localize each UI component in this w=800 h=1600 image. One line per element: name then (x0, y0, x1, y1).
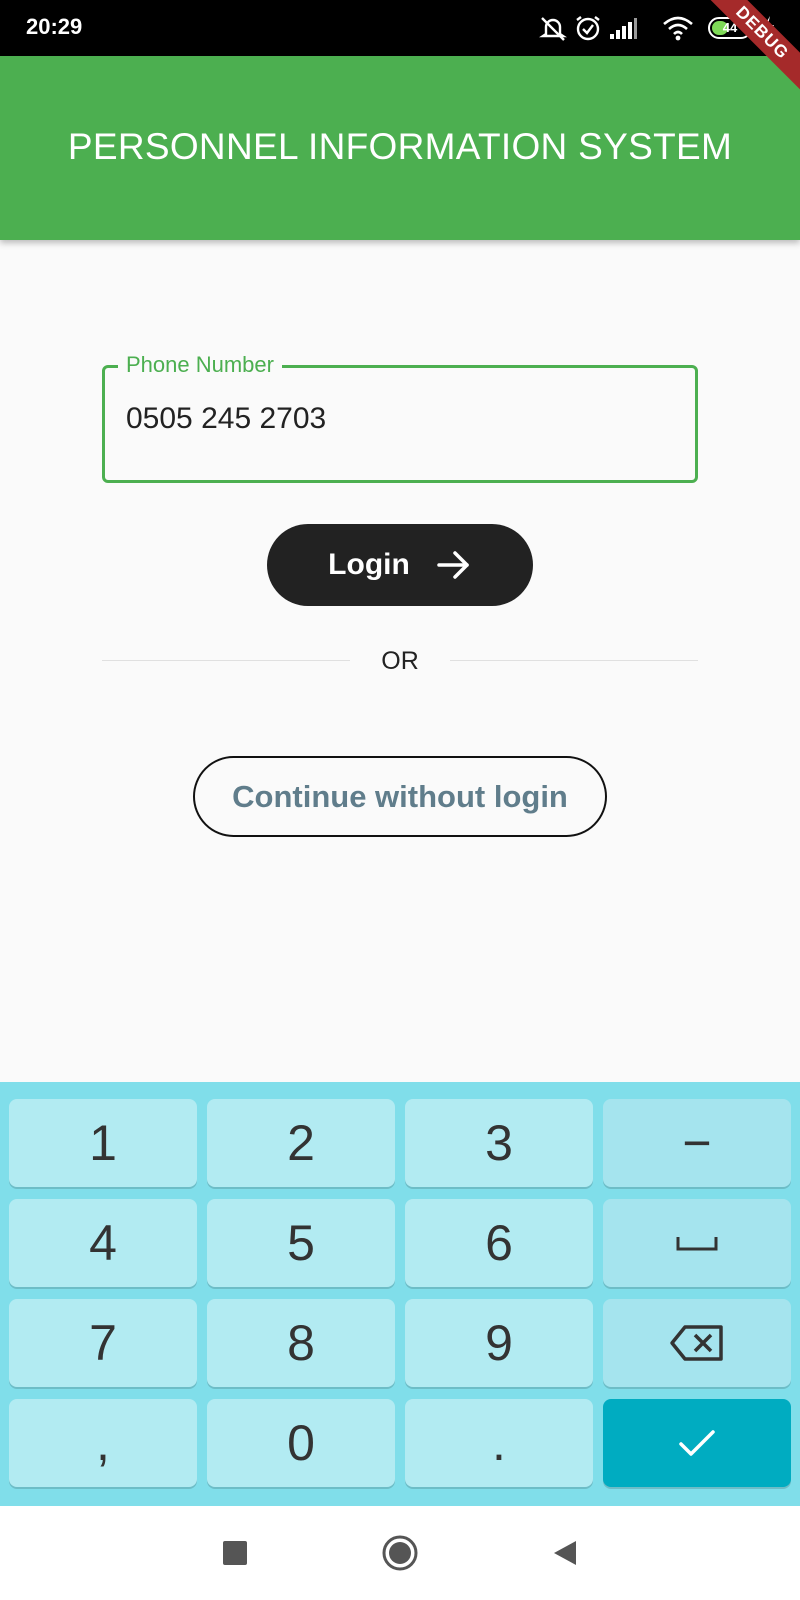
backspace-key[interactable] (603, 1299, 791, 1387)
key-4[interactable]: 4 (9, 1199, 197, 1287)
key-minus[interactable]: − (603, 1099, 791, 1187)
key-0[interactable]: 0 (207, 1399, 395, 1487)
done-key[interactable] (603, 1399, 791, 1487)
arrow-right-icon (437, 551, 469, 579)
navigation-bar (0, 1506, 800, 1600)
key-2[interactable]: 2 (207, 1099, 395, 1187)
wifi-icon (663, 16, 693, 41)
key-5[interactable]: 5 (207, 1199, 395, 1287)
status-time: 20:29 (26, 14, 83, 39)
continue-button-label: Continue without login (232, 778, 568, 814)
key-6[interactable]: 6 (405, 1199, 593, 1287)
debug-banner: DEBUG (700, 0, 800, 99)
key-period[interactable]: . (405, 1399, 593, 1487)
divider-left (102, 660, 350, 661)
signal-icon (610, 18, 637, 39)
app-bar: PERSONNEL INFORMATION SYSTEM (0, 56, 800, 240)
login-button[interactable]: Login (267, 524, 533, 606)
key-8[interactable]: 8 (207, 1299, 395, 1387)
home-circle-icon[interactable] (382, 1535, 418, 1571)
app-title: PERSONNEL INFORMATION SYSTEM (67, 126, 733, 167)
recents-square-icon[interactable] (222, 1540, 248, 1566)
debug-banner-area: DEBUG (700, 0, 800, 100)
login-button-label: Login (328, 548, 410, 581)
done-check-icon (679, 1430, 715, 1456)
bell-muted-icon (539, 17, 567, 41)
key-9[interactable]: 9 (405, 1299, 593, 1387)
key-3[interactable]: 3 (405, 1099, 593, 1187)
or-divider-text: OR (381, 647, 419, 675)
backspace-icon (670, 1325, 723, 1361)
space-key-icon (676, 1237, 718, 1251)
phone-number-label: Phone Number (118, 352, 282, 378)
space-key[interactable] (603, 1199, 791, 1287)
alarm-icon (576, 16, 600, 41)
numeric-keyboard: 1 2 3 − 4 5 6 7 8 9 , 0 . (0, 1082, 800, 1506)
key-comma[interactable]: , (9, 1399, 197, 1487)
continue-without-login-button[interactable]: Continue without login (193, 756, 607, 837)
back-triangle-icon[interactable] (552, 1539, 578, 1567)
phone-number-input[interactable]: 0505 245 2703 (126, 402, 326, 436)
status-bar: 20:29 44 (0, 0, 800, 56)
key-7[interactable]: 7 (9, 1299, 197, 1387)
key-1[interactable]: 1 (9, 1099, 197, 1187)
divider-right (450, 660, 698, 661)
